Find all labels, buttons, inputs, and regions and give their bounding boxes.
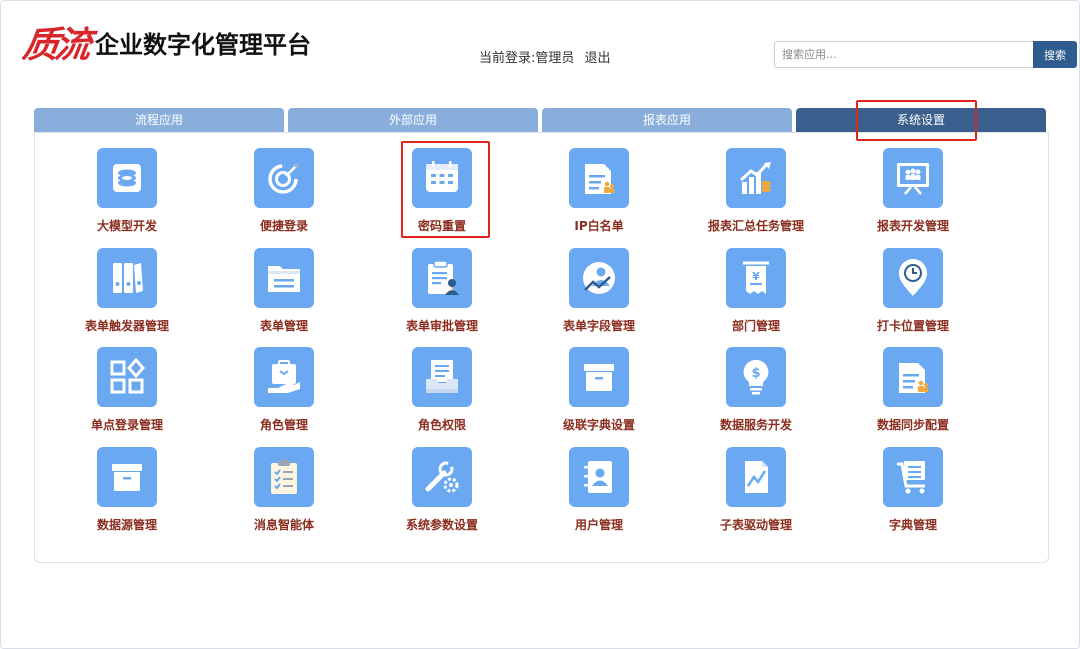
logo: 质流 企业数字化管理平台 xyxy=(20,24,312,66)
folder-icon xyxy=(254,248,314,308)
search-input[interactable] xyxy=(774,41,1033,68)
app-11[interactable]: ¥ 部门管理 xyxy=(686,248,826,334)
app-22[interactable]: 用户管理 xyxy=(529,447,669,533)
app-label: 表单触发器管理 xyxy=(84,319,169,333)
app-13[interactable]: 单点登录管理 xyxy=(57,347,197,433)
grid-diamond-icon xyxy=(97,347,157,407)
lightbulb-dollar-icon: $ xyxy=(726,347,786,407)
app-label: 消息智能体 xyxy=(253,518,314,532)
app-label: 报表汇总任务管理 xyxy=(707,219,804,233)
brand-logo-mark: 质流 xyxy=(20,24,90,66)
svg-text:$: $ xyxy=(751,366,760,381)
app-label: 数据源管理 xyxy=(96,518,157,532)
app-9[interactable]: 表单审批管理 xyxy=(372,248,512,334)
app-label: 数据服务开发 xyxy=(719,418,792,432)
app-label: 子表驱动管理 xyxy=(719,518,792,532)
app-label: 数据同步配置 xyxy=(876,418,949,432)
app-20[interactable]: 消息智能体 xyxy=(214,447,354,533)
app-1[interactable]: 大模型开发 xyxy=(57,148,197,234)
clipboard-user-icon xyxy=(412,248,472,308)
app-2[interactable]: 便捷登录 xyxy=(214,148,354,234)
app-18[interactable]: 数据同步配置 xyxy=(843,347,983,433)
app-8[interactable]: 表单管理 xyxy=(214,248,354,334)
app-4[interactable]: IP白名单 xyxy=(529,148,669,234)
app-label: 用户管理 xyxy=(574,518,623,532)
current-user-label: 当前登录:管理员 xyxy=(479,51,575,66)
app-7[interactable]: 表单触发器管理 xyxy=(57,248,197,334)
app-15[interactable]: 角色权限 xyxy=(372,347,512,433)
calendar-icon xyxy=(412,148,472,208)
app-21[interactable]: 系统参数设置 xyxy=(372,447,512,533)
app-label: 大模型开发 xyxy=(96,219,157,233)
app-label: 级联字典设置 xyxy=(562,418,635,432)
app-label: 便捷登录 xyxy=(259,219,308,233)
presentation-icon xyxy=(883,148,943,208)
app-label: 部门管理 xyxy=(731,319,780,333)
app-window: 质流 企业数字化管理平台 当前登录:管理员 退出 搜索 流程应用 外部应用 报表… xyxy=(0,0,1080,649)
inbox-document-icon xyxy=(412,347,472,407)
app-10[interactable]: 表单字段管理 xyxy=(529,248,669,334)
category-tabs: 流程应用 外部应用 报表应用 系统设置 xyxy=(34,108,1046,133)
binders-icon xyxy=(97,248,157,308)
platform-title: 企业数字化管理平台 xyxy=(95,31,312,59)
user-chart-icon xyxy=(569,248,629,308)
app-label: 报表开发管理 xyxy=(876,219,949,233)
app-label: IP白名单 xyxy=(574,219,624,233)
app-14[interactable]: 角色管理 xyxy=(214,347,354,433)
wrench-gear-icon xyxy=(412,447,472,507)
document-people-icon xyxy=(569,148,629,208)
app-5[interactable]: 报表汇总任务管理 xyxy=(686,148,826,234)
login-info: 当前登录:管理员 退出 xyxy=(479,47,611,66)
contact-book-icon xyxy=(569,447,629,507)
tab-system-settings[interactable]: 系统设置 xyxy=(796,108,1046,133)
app-16[interactable]: 级联字典设置 xyxy=(529,347,669,433)
app-label: 表单字段管理 xyxy=(562,319,635,333)
tab-report-apps[interactable]: 报表应用 xyxy=(542,108,792,133)
coins-icon xyxy=(97,148,157,208)
app-label: 角色权限 xyxy=(417,418,466,432)
app-label: 表单管理 xyxy=(259,319,308,333)
bar-chart-icon xyxy=(726,148,786,208)
archive-box-icon xyxy=(569,347,629,407)
search-button[interactable]: 搜索 xyxy=(1033,41,1077,68)
target-icon xyxy=(254,148,314,208)
cart-icon xyxy=(883,447,943,507)
trend-document-icon xyxy=(726,447,786,507)
app-label: 密码重置 xyxy=(417,219,466,233)
document-people-icon xyxy=(883,347,943,407)
app-label: 表单审批管理 xyxy=(405,319,478,333)
briefcase-hand-icon xyxy=(254,347,314,407)
app-12[interactable]: 打卡位置管理 xyxy=(843,248,983,334)
app-17[interactable]: $ 数据服务开发 xyxy=(686,347,826,433)
archive-box-icon xyxy=(97,447,157,507)
logout-link[interactable]: 退出 xyxy=(585,51,611,66)
tab-external-apps[interactable]: 外部应用 xyxy=(288,108,538,133)
app-label: 系统参数设置 xyxy=(405,518,478,532)
svg-text:¥: ¥ xyxy=(752,270,760,283)
app-label: 打卡位置管理 xyxy=(876,319,949,333)
app-6[interactable]: 报表开发管理 xyxy=(843,148,983,234)
app-23[interactable]: 子表驱动管理 xyxy=(686,447,826,533)
search-bar: 搜索 xyxy=(774,41,1077,68)
app-19[interactable]: 数据源管理 xyxy=(57,447,197,533)
tab-process-apps[interactable]: 流程应用 xyxy=(34,108,284,133)
app-3[interactable]: 密码重置 xyxy=(372,148,512,234)
checklist-icon xyxy=(254,447,314,507)
app-24[interactable]: 字典管理 xyxy=(843,447,983,533)
receipt-icon: ¥ xyxy=(726,248,786,308)
app-label: 角色管理 xyxy=(259,418,308,432)
app-label: 单点登录管理 xyxy=(90,418,163,432)
app-label: 字典管理 xyxy=(888,518,937,532)
location-clock-icon xyxy=(883,248,943,308)
